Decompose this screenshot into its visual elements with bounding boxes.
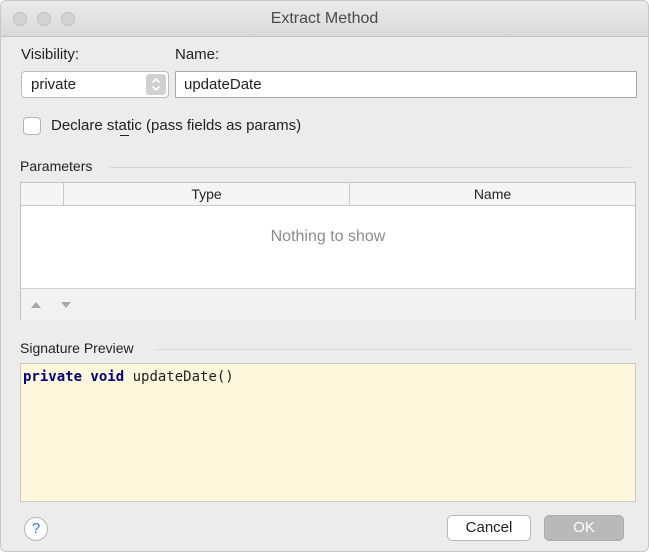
window-title: Extract Method — [270, 10, 379, 27]
cancel-button[interactable]: Cancel — [447, 515, 531, 541]
table-header: Type Name — [21, 183, 635, 206]
column-header-checkbox[interactable] — [21, 183, 63, 205]
parameters-divider — [109, 167, 631, 168]
move-down-icon[interactable] — [59, 299, 73, 311]
name-label: Name: — [175, 46, 220, 63]
parameters-table[interactable]: Type Name Nothing to show — [20, 182, 636, 320]
table-toolbar — [21, 288, 635, 320]
declare-static-label: Declare static (pass fields as params) — [51, 117, 302, 134]
title-bar: Extract Method — [1, 1, 648, 37]
column-header-type[interactable]: Type — [64, 183, 349, 205]
ok-button[interactable]: OK — [544, 515, 624, 541]
visibility-select-value: private — [31, 76, 77, 93]
visibility-select[interactable]: private — [21, 71, 169, 98]
signature-keywords: private void — [23, 369, 125, 385]
mnemonic-underline — [120, 135, 129, 136]
method-name-input[interactable] — [175, 71, 637, 98]
signature-divider — [154, 349, 631, 350]
declare-static-checkbox[interactable] — [23, 117, 41, 135]
parameters-section-label: Parameters — [20, 158, 93, 174]
column-header-name[interactable]: Name — [350, 183, 635, 205]
visibility-label: Visibility: — [21, 46, 80, 63]
help-button[interactable]: ? — [24, 517, 48, 541]
signature-preview-label: Signature Preview — [20, 340, 134, 356]
signature-method: updateDate() — [124, 369, 234, 385]
extract-method-dialog: Extract Method Visibility: Name: private… — [0, 0, 649, 552]
empty-table-message: Nothing to show — [270, 228, 386, 245]
select-stepper-icon[interactable] — [146, 74, 166, 95]
move-up-icon[interactable] — [29, 299, 43, 311]
signature-preview[interactable]: private void updateDate() — [20, 363, 636, 502]
